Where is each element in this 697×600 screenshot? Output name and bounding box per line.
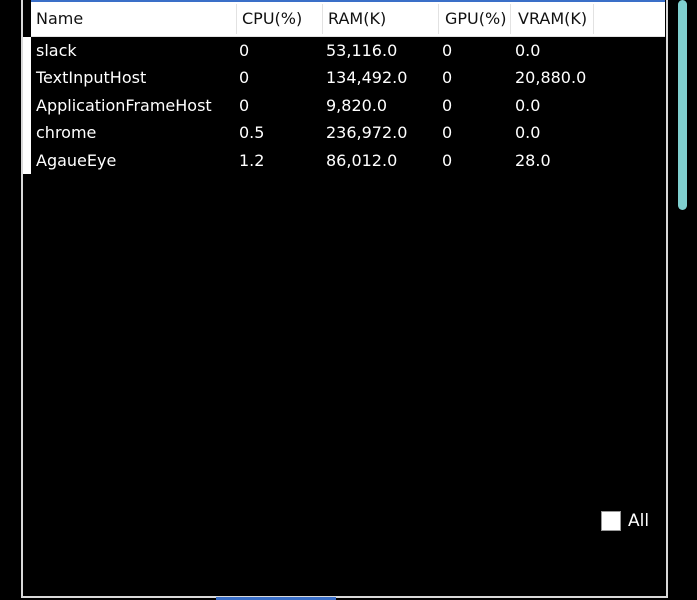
process-cpu: 0 xyxy=(239,96,250,115)
column-header-vram[interactable]: VRAM(K) xyxy=(513,2,593,36)
row-selection-gutter xyxy=(23,37,31,174)
process-cpu: 1.2 xyxy=(239,151,265,170)
table-row[interactable]: TextInputHost 0 134,492.0 0 20,880.0 xyxy=(31,64,665,92)
process-cpu: 0.5 xyxy=(239,123,265,142)
process-name: ApplicationFrameHost xyxy=(36,96,212,115)
process-gpu: 0 xyxy=(442,151,453,170)
table-header: Name CPU(%) RAM(K) GPU(%) VRAM(K) xyxy=(31,2,665,37)
process-ram: 134,492.0 xyxy=(326,68,408,87)
process-vram: 28.0 xyxy=(515,151,551,170)
process-gpu: 0 xyxy=(442,96,453,115)
table-row[interactable]: slack 0 53,116.0 0 0.0 xyxy=(31,37,665,65)
column-header-name[interactable]: Name xyxy=(31,2,236,36)
process-ram: 236,972.0 xyxy=(326,123,408,142)
table-row[interactable]: ApplicationFrameHost 0 9,820.0 0 0.0 xyxy=(31,92,665,120)
column-header-cpu[interactable]: CPU(%) xyxy=(237,2,322,36)
process-vram: 0.0 xyxy=(515,96,541,115)
process-ram: 9,820.0 xyxy=(326,96,388,115)
process-name: TextInputHost xyxy=(36,68,147,87)
scrollbar-thumb[interactable] xyxy=(678,0,687,210)
process-name: chrome xyxy=(36,123,97,142)
all-checkbox-label[interactable]: All xyxy=(628,509,649,533)
column-header-gpu[interactable]: GPU(%) xyxy=(440,2,510,36)
column-divider[interactable] xyxy=(510,4,511,34)
process-ram: 53,116.0 xyxy=(326,41,398,60)
process-vram: 0.0 xyxy=(515,123,541,142)
process-ram: 86,012.0 xyxy=(326,151,398,170)
process-vram: 0.0 xyxy=(515,41,541,60)
table-row[interactable]: chrome 0.5 236,972.0 0 0.0 xyxy=(31,119,665,147)
column-divider[interactable] xyxy=(438,4,439,34)
process-name: AgaueEye xyxy=(36,151,117,170)
column-divider[interactable] xyxy=(593,4,594,34)
process-vram: 20,880.0 xyxy=(515,68,587,87)
table-row[interactable]: AgaueEye 1.2 86,012.0 0 28.0 xyxy=(31,147,665,175)
all-checkbox[interactable] xyxy=(601,511,621,531)
process-gpu: 0 xyxy=(442,123,453,142)
process-name: slack xyxy=(36,41,77,60)
process-gpu: 0 xyxy=(442,41,453,60)
process-cpu: 0 xyxy=(239,41,250,60)
process-gpu: 0 xyxy=(442,68,453,87)
column-header-ram[interactable]: RAM(K) xyxy=(323,2,438,36)
process-cpu: 0 xyxy=(239,68,250,87)
